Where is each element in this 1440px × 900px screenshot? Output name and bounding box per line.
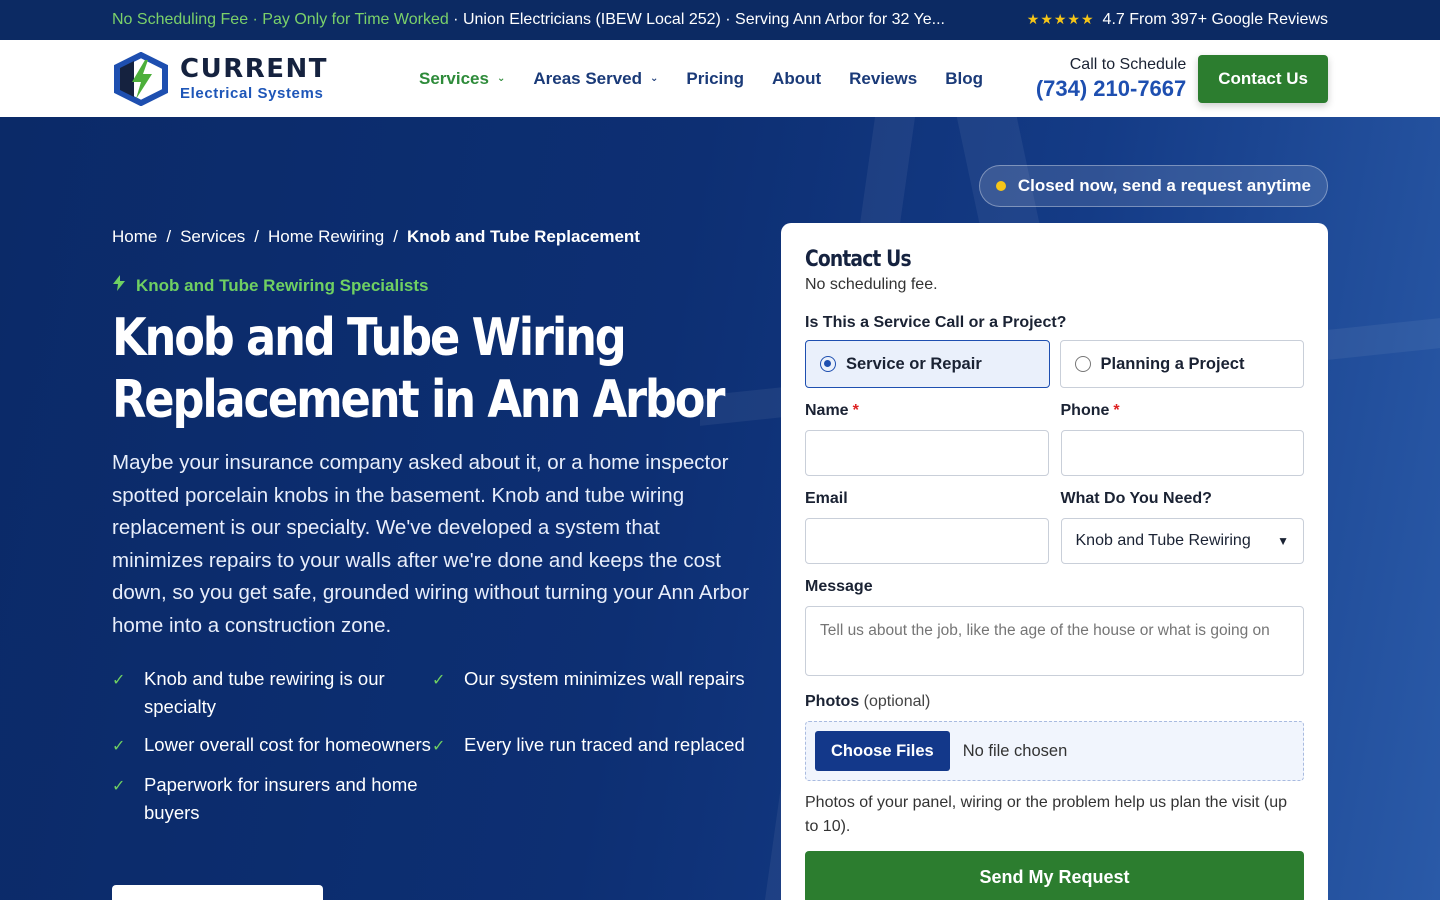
check-icon: ✓ — [112, 738, 126, 755]
announcement-rest: · Union Electricians (IBEW Local 252) · … — [448, 11, 945, 28]
feature-item: ✓ Lower overall cost for homeowners — [112, 731, 432, 761]
eyebrow-text: Knob and Tube Rewiring Specialists — [136, 275, 429, 295]
lightning-icon — [112, 275, 126, 296]
nav-reviews[interactable]: Reviews — [849, 69, 917, 89]
check-icon: ✓ — [432, 738, 446, 755]
announcement-bar: No Scheduling Fee · Pay Only for Time Wo… — [0, 0, 1440, 40]
call-to-schedule: Call to Schedule (734) 210-7667 — [1036, 56, 1186, 102]
chevron-down-icon: ▼ — [1277, 534, 1289, 548]
message-field[interactable] — [805, 606, 1304, 676]
email-label: Email — [805, 490, 848, 507]
check-icon: ✓ — [112, 778, 126, 795]
radio-service-or-repair[interactable]: Service or Repair — [805, 340, 1050, 388]
radio-label: Planning a Project — [1100, 354, 1245, 373]
breadcrumb-current: Knob and Tube Replacement — [406, 227, 640, 246]
nav-areas-label: Areas Served — [533, 68, 643, 88]
phone-field[interactable] — [1060, 430, 1304, 476]
nav-services-label: Services — [419, 68, 489, 88]
status-text: Closed now, send a request anytime — [1017, 176, 1311, 195]
status-dot-icon — [995, 181, 1006, 191]
breadcrumb-separator: / — [166, 227, 172, 246]
optional-hint: (optional) — [863, 693, 931, 710]
need-select[interactable]: Knob and Tube Rewiring ▼ — [1060, 518, 1304, 564]
hero-section: Closed now, send a request anytime Home /… — [0, 117, 1440, 900]
photos-help-text: Photos of your panel, wiring or the prob… — [805, 794, 1288, 835]
feature-item: ✓ Paperwork for insurers and home buyers — [112, 771, 432, 827]
phone-link[interactable]: (734) 210-7667 — [1036, 76, 1186, 102]
nav-blog[interactable]: Blog — [945, 69, 983, 89]
star-rating-icon: ★★★★★ — [1026, 11, 1095, 27]
chevron-down-icon: ⌄ — [496, 73, 506, 84]
choose-files-button[interactable]: Choose Files — [815, 731, 950, 771]
google-reviews[interactable]: ★★★★★ 4.7 From 397+ Google Reviews — [1027, 11, 1328, 29]
status-badge: Closed now, send a request anytime — [978, 165, 1328, 207]
feature-item: ✓ Knob and tube rewiring is our specialty — [112, 665, 432, 721]
breadcrumb-home[interactable]: Home — [112, 227, 157, 247]
need-label: What Do You Need? — [1060, 490, 1212, 507]
radio-planning-project[interactable]: Planning a Project — [1059, 340, 1304, 388]
site-header: CURRENT Electrical Systems Services ⌄ Are… — [0, 40, 1440, 117]
nav-pricing[interactable]: Pricing — [686, 69, 744, 89]
lightning-hexagon-icon — [112, 51, 170, 106]
announcement-highlight: No Scheduling Fee · Pay Only for Time Wo… — [112, 11, 449, 28]
feature-text: Knob and tube rewiring is our specialty — [144, 668, 385, 717]
contact-form-card: Contact Us No scheduling fee. Is This a … — [781, 223, 1328, 900]
chevron-down-icon: ⌄ — [650, 73, 659, 84]
request-type-group: Service or Repair Planning a Project — [805, 340, 1304, 388]
required-marker: * — [1113, 402, 1120, 419]
feature-item: ✓ Every live run traced and replaced — [432, 731, 752, 761]
email-field[interactable] — [805, 518, 1049, 564]
breadcrumb: Home / Services / Home Rewiring / Knob and … — [112, 227, 640, 247]
nav-areas-served[interactable]: Areas Served ⌄ — [533, 69, 658, 89]
feature-item: ✓ Our system minimizes wall repairs — [432, 665, 752, 721]
page-title: Knob and Tube Wiring Replacement in Ann … — [112, 307, 766, 431]
feature-text: Our system minimizes wall repairs — [464, 668, 745, 689]
main-nav: Services ⌄ Areas Served ⌄ Pricing About Re… — [419, 69, 1011, 89]
radio-label: Service or Repair — [846, 354, 982, 373]
contact-us-button[interactable]: Contact Us — [1198, 54, 1328, 103]
announcement-text: No Scheduling Fee · Pay Only for Time Wo… — [112, 11, 945, 29]
check-icon: ✓ — [432, 672, 446, 689]
logo[interactable]: CURRENT Electrical Systems — [112, 51, 352, 106]
logo-tagline: Electrical Systems — [180, 85, 324, 102]
form-title: Contact Us — [805, 247, 912, 272]
radio-empty-icon — [1074, 356, 1091, 372]
send-request-button[interactable]: Send My Request — [805, 851, 1304, 900]
hero-eyebrow: Knob and Tube Rewiring Specialists — [112, 275, 429, 296]
page-title-line1: Knob and Tube Wiring — [112, 308, 627, 368]
feature-text: Paperwork for insurers and home buyers — [144, 774, 418, 823]
photo-upload-dropzone[interactable]: Choose Files No file chosen — [805, 721, 1304, 781]
hero-description: Maybe your insurance company asked about… — [112, 451, 750, 637]
radio-selected-icon — [820, 356, 836, 372]
name-label: Name * — [805, 402, 859, 419]
request-type-label: Is This a Service Call or a Project? — [805, 314, 1067, 331]
call-label: Call to Schedule — [1069, 55, 1187, 73]
nav-services[interactable]: Services ⌄ — [419, 69, 505, 89]
file-status: No file chosen — [962, 741, 1068, 760]
feature-list: ✓ Knob and tube rewiring is our specialty… — [112, 665, 752, 827]
form-subtitle: No scheduling fee. — [805, 276, 938, 293]
required-marker: * — [852, 402, 859, 419]
breadcrumb-services[interactable]: Services — [180, 227, 245, 247]
feature-text: Every live run traced and replaced — [464, 734, 745, 755]
message-label: Message — [805, 578, 873, 595]
feature-text: Lower overall cost for homeowners — [144, 734, 431, 755]
photos-label: Photos (optional) — [805, 693, 931, 710]
check-icon: ✓ — [112, 672, 126, 689]
breadcrumb-separator: / — [254, 227, 260, 246]
phone-label: Phone * — [1060, 402, 1120, 419]
breadcrumb-separator: / — [393, 227, 398, 246]
page-title-line2: Replacement in Ann Arbor — [112, 370, 725, 430]
need-select-value: Knob and Tube Rewiring — [1075, 532, 1251, 549]
hero-cta-button[interactable] — [112, 885, 323, 900]
nav-about[interactable]: About — [772, 69, 821, 89]
breadcrumb-home-rewiring[interactable]: Home Rewiring — [268, 227, 384, 247]
name-field[interactable] — [805, 430, 1049, 476]
reviews-text: 4.7 From 397+ Google Reviews — [1102, 11, 1328, 28]
logo-wordmark: CURRENT — [180, 54, 328, 84]
